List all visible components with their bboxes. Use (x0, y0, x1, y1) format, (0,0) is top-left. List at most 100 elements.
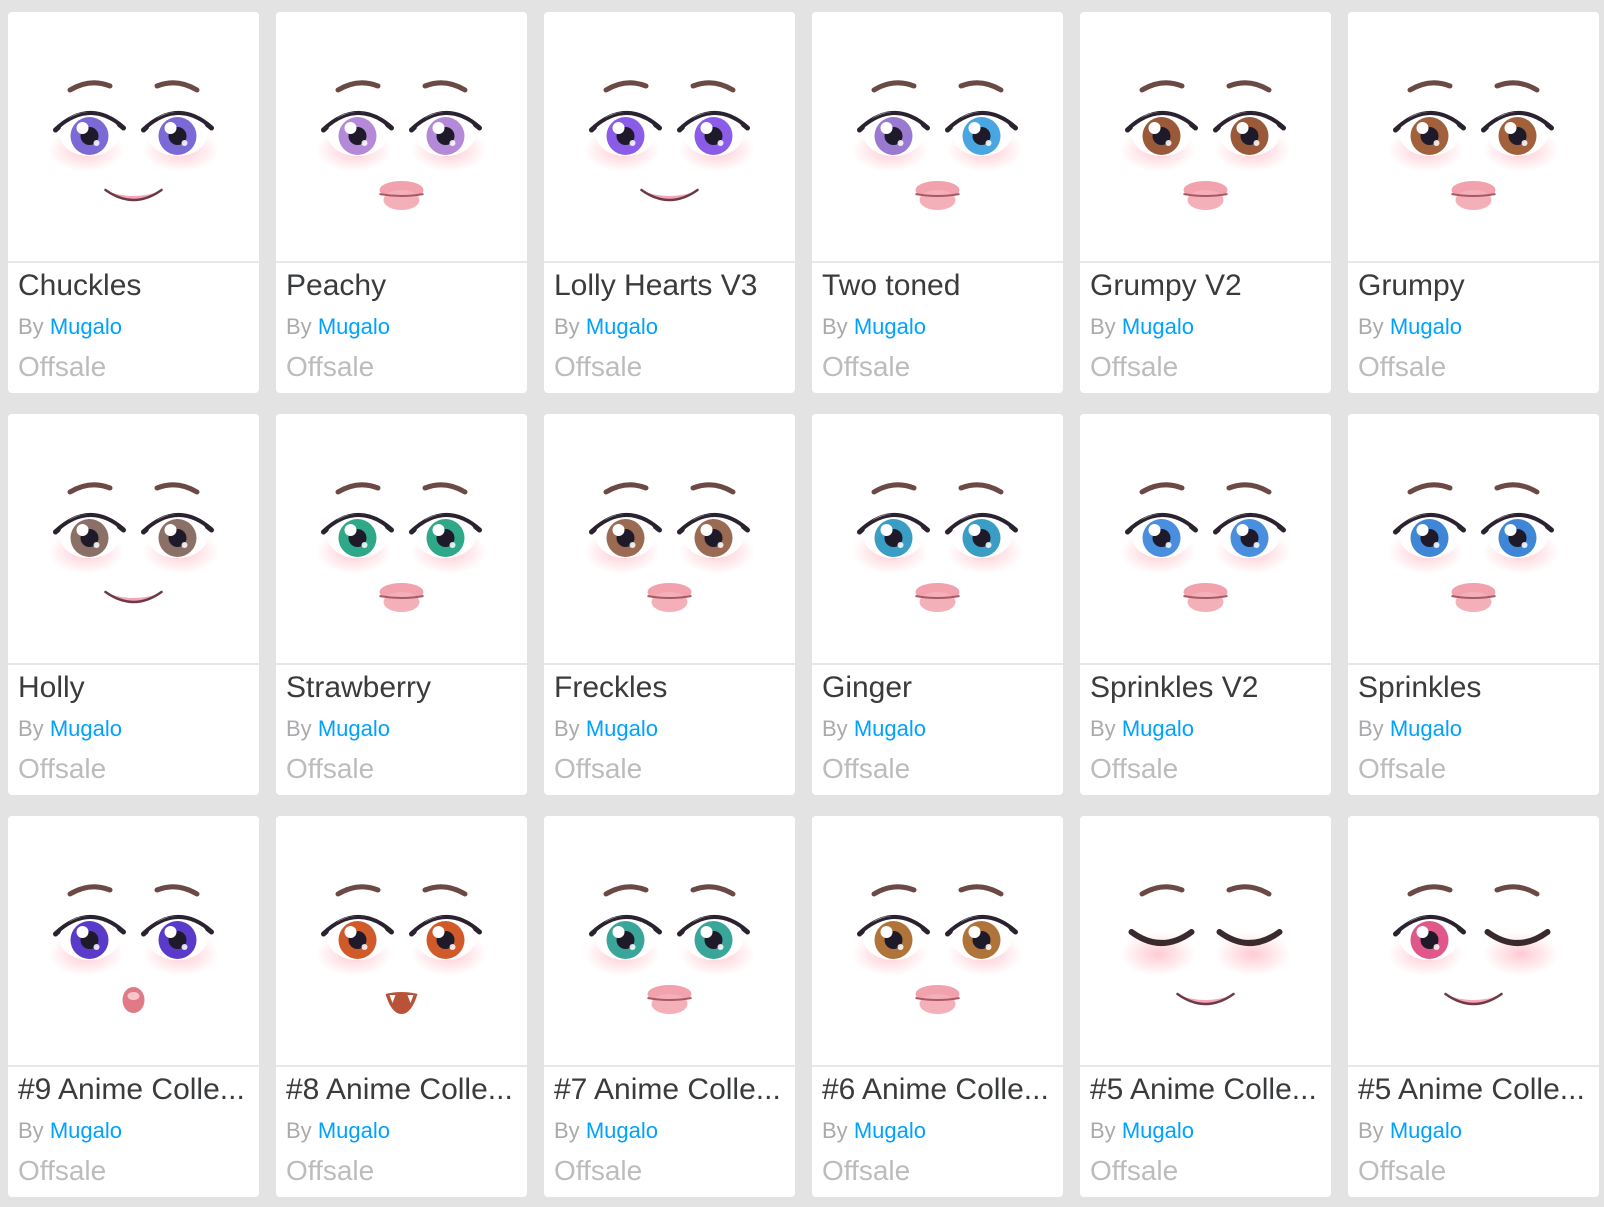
item-creator-line: By Mugalo (286, 716, 517, 742)
item-name[interactable]: Freckles (554, 670, 785, 706)
item-name[interactable]: #9 Anime Colle... (18, 1072, 249, 1108)
face-thumbnail-icon[interactable] (8, 816, 259, 1067)
item-name[interactable]: #6 Anime Colle... (822, 1072, 1053, 1108)
item-name[interactable]: Two toned (822, 268, 1053, 304)
mouth (647, 985, 692, 1014)
mouth (1451, 181, 1496, 210)
catalog-item-card[interactable]: Sprinkles V2 By Mugalo Offsale (1080, 414, 1331, 795)
item-name[interactable]: Lolly Hearts V3 (554, 268, 785, 304)
item-info: Holly By Mugalo Offsale (8, 665, 259, 786)
creator-link[interactable]: Mugalo (50, 716, 122, 741)
creator-link[interactable]: Mugalo (1390, 314, 1462, 339)
mouth (1176, 992, 1235, 1006)
eyebrows (335, 884, 468, 897)
catalog-item-card[interactable]: Peachy By Mugalo Offsale (276, 12, 527, 393)
face-thumbnail-icon[interactable] (1080, 414, 1331, 665)
face-thumbnail-icon[interactable] (1080, 816, 1331, 1067)
creator-link[interactable]: Mugalo (1122, 314, 1194, 339)
item-info: Sprinkles V2 By Mugalo Offsale (1080, 665, 1331, 786)
creator-link[interactable]: Mugalo (1390, 716, 1462, 741)
item-creator-line: By Mugalo (554, 1118, 785, 1144)
catalog-item-card[interactable]: #5 Anime Colle... By Mugalo Offsale (1080, 816, 1331, 1197)
by-label: By (286, 314, 312, 339)
by-label: By (822, 314, 848, 339)
catalog-item-card[interactable]: #5 Anime Colle... By Mugalo Offsale (1348, 816, 1599, 1197)
mouth (1183, 583, 1228, 612)
face-thumbnail-icon[interactable] (1080, 12, 1331, 263)
face-thumbnail-icon[interactable] (276, 816, 527, 1067)
face-thumbnail-icon[interactable] (1348, 816, 1599, 1067)
creator-link[interactable]: Mugalo (318, 1118, 390, 1143)
item-name[interactable]: Chuckles (18, 268, 249, 304)
catalog-grid: Chuckles By Mugalo Offsale Peachy By Mug… (8, 12, 1599, 1197)
catalog-item-card[interactable]: Grumpy By Mugalo Offsale (1348, 12, 1599, 393)
creator-link[interactable]: Mugalo (318, 314, 390, 339)
creator-link[interactable]: Mugalo (318, 716, 390, 741)
by-label: By (822, 716, 848, 741)
item-creator-line: By Mugalo (286, 1118, 517, 1144)
catalog-item-card[interactable]: Chuckles By Mugalo Offsale (8, 12, 259, 393)
creator-link[interactable]: Mugalo (50, 1118, 122, 1143)
item-name[interactable]: Strawberry (286, 670, 517, 706)
item-info: Grumpy V2 By Mugalo Offsale (1080, 263, 1331, 384)
item-name[interactable]: #8 Anime Colle... (286, 1072, 517, 1108)
item-name[interactable]: #7 Anime Colle... (554, 1072, 785, 1108)
catalog-item-card[interactable]: #7 Anime Colle... By Mugalo Offsale (544, 816, 795, 1197)
creator-link[interactable]: Mugalo (1122, 1118, 1194, 1143)
face-thumbnail-icon[interactable] (812, 414, 1063, 665)
eyebrows (1407, 80, 1540, 93)
catalog-item-card[interactable]: Freckles By Mugalo Offsale (544, 414, 795, 795)
creator-link[interactable]: Mugalo (854, 1118, 926, 1143)
face-thumbnail-icon[interactable] (812, 12, 1063, 263)
item-price-status: Offsale (18, 1155, 107, 1186)
item-price-status: Offsale (822, 753, 911, 784)
item-name[interactable]: Peachy (286, 268, 517, 304)
face-thumbnail-icon[interactable] (544, 414, 795, 665)
eyebrows (67, 482, 200, 495)
item-name[interactable]: Ginger (822, 670, 1053, 706)
face-thumbnail-icon[interactable] (544, 12, 795, 263)
creator-link[interactable]: Mugalo (586, 716, 658, 741)
catalog-item-card[interactable]: #6 Anime Colle... By Mugalo Offsale (812, 816, 1063, 1197)
catalog-item-card[interactable]: #9 Anime Colle... By Mugalo Offsale (8, 816, 259, 1197)
face-thumbnail-icon[interactable] (1348, 12, 1599, 263)
creator-link[interactable]: Mugalo (854, 716, 926, 741)
face-thumbnail-icon[interactable] (544, 816, 795, 1067)
face-thumbnail-icon[interactable] (276, 12, 527, 263)
item-creator-line: By Mugalo (1090, 1118, 1321, 1144)
item-name[interactable]: #5 Anime Colle... (1358, 1072, 1589, 1108)
item-creator-line: By Mugalo (18, 314, 249, 340)
face-thumbnail-icon[interactable] (276, 414, 527, 665)
creator-link[interactable]: Mugalo (50, 314, 122, 339)
item-name[interactable]: #5 Anime Colle... (1090, 1072, 1321, 1108)
item-price-status: Offsale (18, 753, 107, 784)
creator-link[interactable]: Mugalo (586, 1118, 658, 1143)
creator-link[interactable]: Mugalo (586, 314, 658, 339)
item-creator-line: By Mugalo (1090, 314, 1321, 340)
catalog-item-card[interactable]: Two toned By Mugalo Offsale (812, 12, 1063, 393)
catalog-item-card[interactable]: Lolly Hearts V3 By Mugalo Offsale (544, 12, 795, 393)
face-thumbnail-icon[interactable] (8, 12, 259, 263)
eyes (857, 513, 1018, 558)
catalog-item-card[interactable]: Strawberry By Mugalo Offsale (276, 414, 527, 795)
catalog-item-card[interactable]: Sprinkles By Mugalo Offsale (1348, 414, 1599, 795)
creator-link[interactable]: Mugalo (854, 314, 926, 339)
catalog-item-card[interactable]: Grumpy V2 By Mugalo Offsale (1080, 12, 1331, 393)
catalog-item-card[interactable]: Ginger By Mugalo Offsale (812, 414, 1063, 795)
item-name[interactable]: Grumpy V2 (1090, 268, 1321, 304)
item-name[interactable]: Sprinkles V2 (1090, 670, 1321, 706)
mouth (122, 987, 145, 1013)
item-info: Two toned By Mugalo Offsale (812, 263, 1063, 384)
catalog-item-card[interactable]: #8 Anime Colle... By Mugalo Offsale (276, 816, 527, 1197)
item-info: Grumpy By Mugalo Offsale (1348, 263, 1599, 384)
creator-link[interactable]: Mugalo (1122, 716, 1194, 741)
face-thumbnail-icon[interactable] (8, 414, 259, 665)
item-name[interactable]: Grumpy (1358, 268, 1589, 304)
item-name[interactable]: Holly (18, 670, 249, 706)
face-thumbnail-icon[interactable] (1348, 414, 1599, 665)
face-thumbnail-icon[interactable] (812, 816, 1063, 1067)
eyebrows (1139, 884, 1272, 897)
creator-link[interactable]: Mugalo (1390, 1118, 1462, 1143)
item-name[interactable]: Sprinkles (1358, 670, 1589, 706)
catalog-item-card[interactable]: Holly By Mugalo Offsale (8, 414, 259, 795)
